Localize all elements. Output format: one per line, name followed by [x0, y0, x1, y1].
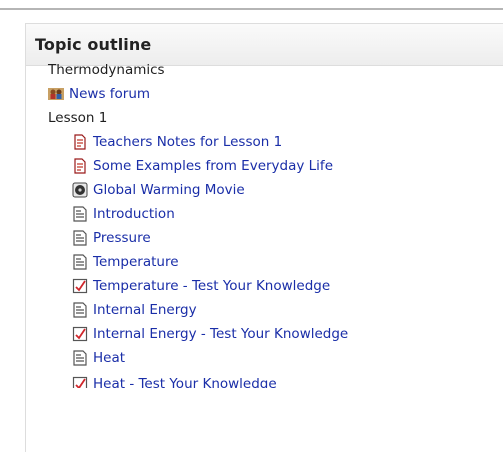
outline-item-label: Internal Energy [93, 302, 197, 318]
pdf-icon [72, 158, 88, 174]
outline-item-internal-energy-quiz[interactable]: Internal Energy - Test Your Knowledge [48, 322, 478, 346]
outline-item-label: Internal Energy - Test Your Knowledge [93, 326, 349, 342]
outline-item-heat[interactable]: Heat [48, 346, 478, 370]
page-icon [72, 302, 88, 318]
course-outline: Thermodynamics News forum Lesson 1 Teach… [48, 58, 478, 388]
page: Topic outline Thermodynamics News forum … [0, 0, 503, 452]
outline-item-label: Temperature - Test Your Knowledge [93, 278, 331, 294]
outline-item-heat-quiz[interactable]: Heat - Test Your Knowledge [48, 370, 478, 388]
quiz-icon [72, 278, 88, 294]
outline-item-pressure[interactable]: Pressure [48, 226, 478, 250]
outline-item-label: Temperature [93, 254, 179, 270]
outline-item-label: Global Warming Movie [93, 182, 245, 198]
outline-item-global-warming-movie[interactable]: Global Warming Movie [48, 178, 478, 202]
outline-item-label: Heat [93, 350, 126, 366]
page-icon [72, 230, 88, 246]
outline-item-everyday-examples[interactable]: Some Examples from Everyday Life [48, 154, 478, 178]
quiz-icon [72, 376, 88, 388]
outline-item-introduction[interactable]: Introduction [48, 202, 478, 226]
outline-item-temperature[interactable]: Temperature [48, 250, 478, 274]
news-forum-link[interactable]: News forum [48, 82, 478, 106]
section-title: Topic outline [35, 35, 152, 54]
outline-item-internal-energy[interactable]: Internal Energy [48, 298, 478, 322]
quiz-icon [72, 326, 88, 342]
outline-item-label: Teachers Notes for Lesson 1 [93, 134, 283, 150]
top-divider [0, 8, 503, 10]
outline-heading: Thermodynamics [48, 58, 478, 82]
lesson-heading-label: Lesson 1 [48, 110, 108, 126]
outline-item-label: Pressure [93, 230, 151, 246]
news-forum-label: News forum [69, 86, 151, 102]
outline-heading-label: Thermodynamics [48, 62, 165, 78]
outline-item-label: Heat - Test Your Knowledge [93, 376, 277, 388]
page-icon [72, 206, 88, 222]
outline-item-temperature-quiz[interactable]: Temperature - Test Your Knowledge [48, 274, 478, 298]
forum-icon [48, 86, 64, 102]
page-icon [72, 254, 88, 270]
outline-item-label: Introduction [93, 206, 175, 222]
page-icon [72, 350, 88, 366]
outline-item-label: Some Examples from Everyday Life [93, 158, 333, 174]
lesson-heading: Lesson 1 [48, 106, 478, 130]
pdf-icon [72, 134, 88, 150]
outline-item-teachers-notes[interactable]: Teachers Notes for Lesson 1 [48, 130, 478, 154]
video-icon [72, 182, 88, 198]
